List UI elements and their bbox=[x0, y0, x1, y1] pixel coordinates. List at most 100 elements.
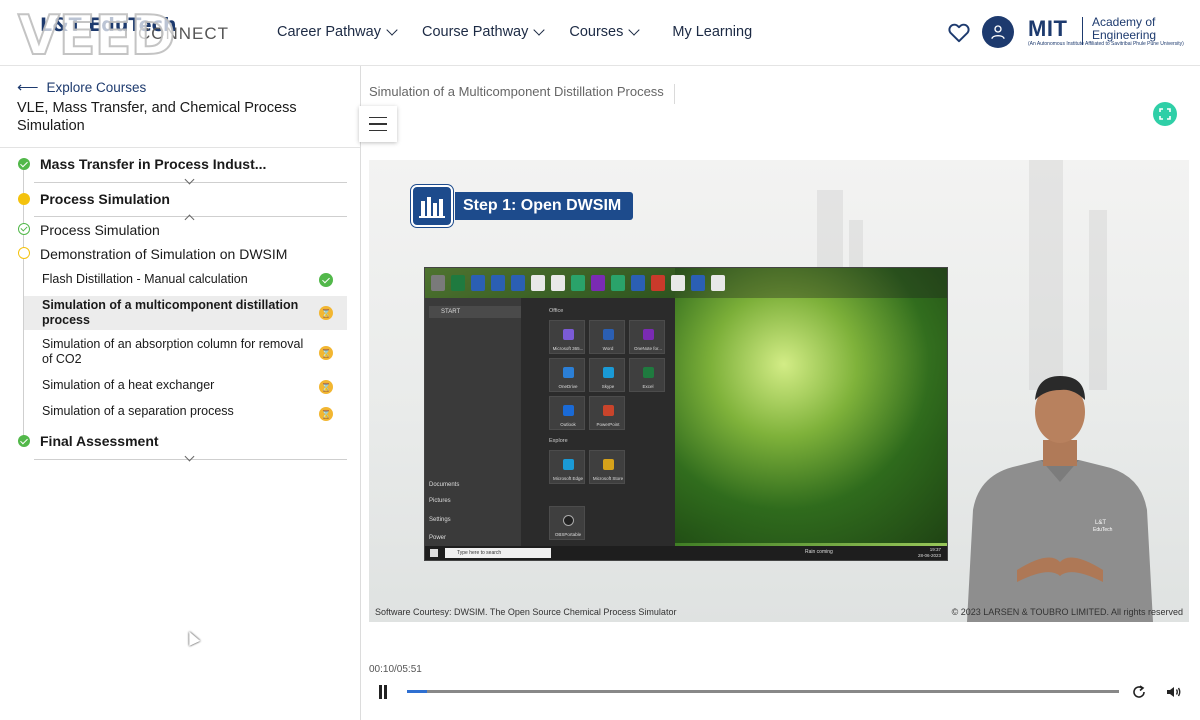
word-icon bbox=[691, 275, 705, 291]
partner-logo: MIT Academy of Engineering (An Autonomous… bbox=[1028, 14, 1184, 52]
tile: PowerPoint bbox=[589, 396, 625, 430]
in-progress-ring-icon bbox=[18, 247, 30, 259]
word-icon bbox=[511, 275, 525, 291]
video-player-area: Simulation of a Multicomponent Distillat… bbox=[359, 66, 1200, 720]
step-label: Step 1: Open DWSIM bbox=[455, 192, 634, 220]
section-demonstration-dwsim[interactable]: Demonstration of Simulation on DWSIM bbox=[40, 246, 287, 262]
tile: Word bbox=[589, 320, 625, 354]
recycle-bin-icon bbox=[431, 275, 445, 291]
tile-label: PowerPoint bbox=[596, 422, 620, 427]
video-timecode: 00:10/05:51 bbox=[369, 664, 422, 675]
partner-line1: Academy of bbox=[1092, 15, 1156, 29]
tile: Outlook bbox=[549, 396, 585, 430]
section-process-simulation[interactable]: Process Simulation bbox=[40, 222, 160, 238]
course-title: VLE, Mass Transfer, and Chemical Process… bbox=[17, 100, 297, 134]
start-menu-rail bbox=[425, 298, 521, 546]
module-process-simulation[interactable]: Process Simulation bbox=[40, 191, 170, 207]
course-sidebar: ⟵ Explore Courses VLE, Mass Transfer, an… bbox=[0, 66, 361, 720]
tile: Microsoft Store bbox=[589, 450, 625, 484]
done-check-icon bbox=[319, 273, 333, 287]
in-progress-dot-icon bbox=[18, 193, 30, 205]
arrow-left-icon: ⟵ bbox=[17, 79, 39, 96]
filter-line bbox=[369, 116, 387, 119]
module-final-assessment[interactable]: Final Assessment bbox=[40, 433, 159, 449]
word-icon bbox=[491, 275, 505, 291]
volume-icon[interactable] bbox=[1165, 683, 1183, 701]
clock-date: 28-06-2023 bbox=[917, 553, 941, 558]
tile-label: Microsoft 365... bbox=[552, 346, 584, 351]
hourglass-icon: ⌛ bbox=[319, 407, 333, 421]
lesson-label: Simulation of a heat exchanger bbox=[42, 378, 215, 392]
file-icon bbox=[671, 275, 685, 291]
veed-watermark: VEED bbox=[17, 4, 176, 67]
file-icon bbox=[711, 275, 725, 291]
nav-courses[interactable]: Courses bbox=[569, 24, 641, 40]
software-credit: Software Courtesy: DWSIM. The Open Sourc… bbox=[375, 607, 677, 617]
nav-label: My Learning bbox=[672, 24, 753, 40]
explore-courses-link[interactable]: ⟵ Explore Courses bbox=[17, 78, 146, 96]
tile: OneNote for... bbox=[629, 320, 665, 354]
mail-icon bbox=[531, 275, 545, 291]
start-header: START bbox=[429, 306, 521, 318]
word-icon bbox=[631, 275, 645, 291]
tile: OBSPortable bbox=[549, 506, 585, 540]
lesson-label: Simulation of a multicomponent distillat… bbox=[42, 298, 299, 327]
hourglass-icon: ⌛ bbox=[319, 306, 333, 320]
video-progress-bar[interactable] bbox=[407, 690, 1119, 693]
module-mass-transfer[interactable]: Mass Transfer in Process Indust... bbox=[40, 156, 266, 172]
start-menu: START Documents Pictures Settings Power … bbox=[425, 298, 675, 546]
desktop-screenshot: START Documents Pictures Settings Power … bbox=[425, 268, 947, 560]
chevron-down-icon bbox=[386, 24, 398, 36]
heart-icon[interactable] bbox=[946, 19, 972, 45]
tile-label: OneDrive bbox=[558, 384, 578, 389]
app-icon bbox=[591, 275, 605, 291]
replay-icon[interactable] bbox=[1130, 683, 1148, 701]
tile-label: Skype bbox=[601, 384, 615, 389]
done-ring-icon bbox=[18, 223, 30, 235]
lesson-label: Flash Distillation - Manual calculation bbox=[42, 272, 248, 286]
filter-menu-icon[interactable] bbox=[359, 106, 397, 142]
start-link: Power bbox=[429, 535, 447, 541]
fullscreen-icon[interactable] bbox=[1153, 102, 1177, 126]
start-link: Documents bbox=[429, 482, 460, 488]
user-icon[interactable] bbox=[982, 16, 1014, 48]
tile-label: Word bbox=[602, 346, 614, 351]
main-menu: Career Pathway Course Pathway Courses My… bbox=[277, 0, 778, 64]
partner-name: MIT bbox=[1028, 16, 1068, 41]
step-badge: Step 1: Open DWSIM bbox=[411, 185, 634, 227]
tile-group-label: Explore bbox=[549, 438, 568, 444]
lesson-label: Simulation of a separation process bbox=[42, 404, 234, 418]
tile: Excel bbox=[629, 358, 665, 392]
clock-time: 19:37 bbox=[929, 547, 941, 552]
pause-icon[interactable] bbox=[377, 685, 389, 699]
shirt-logo-line2: EduTech bbox=[1093, 527, 1113, 533]
background-tower bbox=[1029, 160, 1063, 390]
hourglass-icon: ⌛ bbox=[319, 346, 333, 360]
nav-label: Course Pathway bbox=[421, 24, 529, 40]
nav-my-learning[interactable]: My Learning bbox=[672, 24, 752, 40]
lesson-item[interactable]: Flash Distillation - Manual calculation bbox=[24, 269, 347, 291]
nav-career-pathway[interactable]: Career Pathway bbox=[277, 24, 398, 40]
explore-courses-label: Explore Courses bbox=[46, 79, 147, 95]
plant-icon bbox=[411, 185, 453, 227]
hourglass-icon: ⌛ bbox=[319, 380, 333, 394]
brand-logo[interactable]: L&T EduTech CONNECT VEED bbox=[17, 4, 268, 67]
partner-line: Academy of Engineering bbox=[1092, 16, 1156, 42]
lesson-item[interactable]: Simulation of a heat exchanger ⌛ bbox=[24, 376, 347, 398]
done-check-icon bbox=[18, 158, 30, 170]
tile-label: OBSPortable bbox=[554, 532, 582, 537]
app-icon bbox=[611, 275, 625, 291]
tile: OneDrive bbox=[549, 358, 585, 392]
top-navigation: L&T EduTech CONNECT VEED Career Pathway … bbox=[0, 0, 1200, 66]
mouse-cursor-icon bbox=[183, 629, 201, 646]
nav-course-pathway[interactable]: Course Pathway bbox=[421, 24, 546, 40]
start-link: Settings bbox=[429, 517, 451, 523]
lesson-item[interactable]: Simulation of an absorption column for r… bbox=[24, 336, 347, 370]
lesson-item[interactable]: Simulation of a separation process ⌛ bbox=[24, 403, 347, 425]
video-frame[interactable]: Step 1: Open DWSIM START Documents Pictu… bbox=[369, 160, 1189, 622]
tile-label: Excel bbox=[642, 384, 654, 389]
partner-line2: Engineering bbox=[1092, 28, 1157, 42]
tile: Microsoft Edge bbox=[549, 450, 585, 484]
lesson-item-active[interactable]: Simulation of a multicomponent distillat… bbox=[24, 296, 347, 330]
video-controls bbox=[361, 678, 1200, 708]
